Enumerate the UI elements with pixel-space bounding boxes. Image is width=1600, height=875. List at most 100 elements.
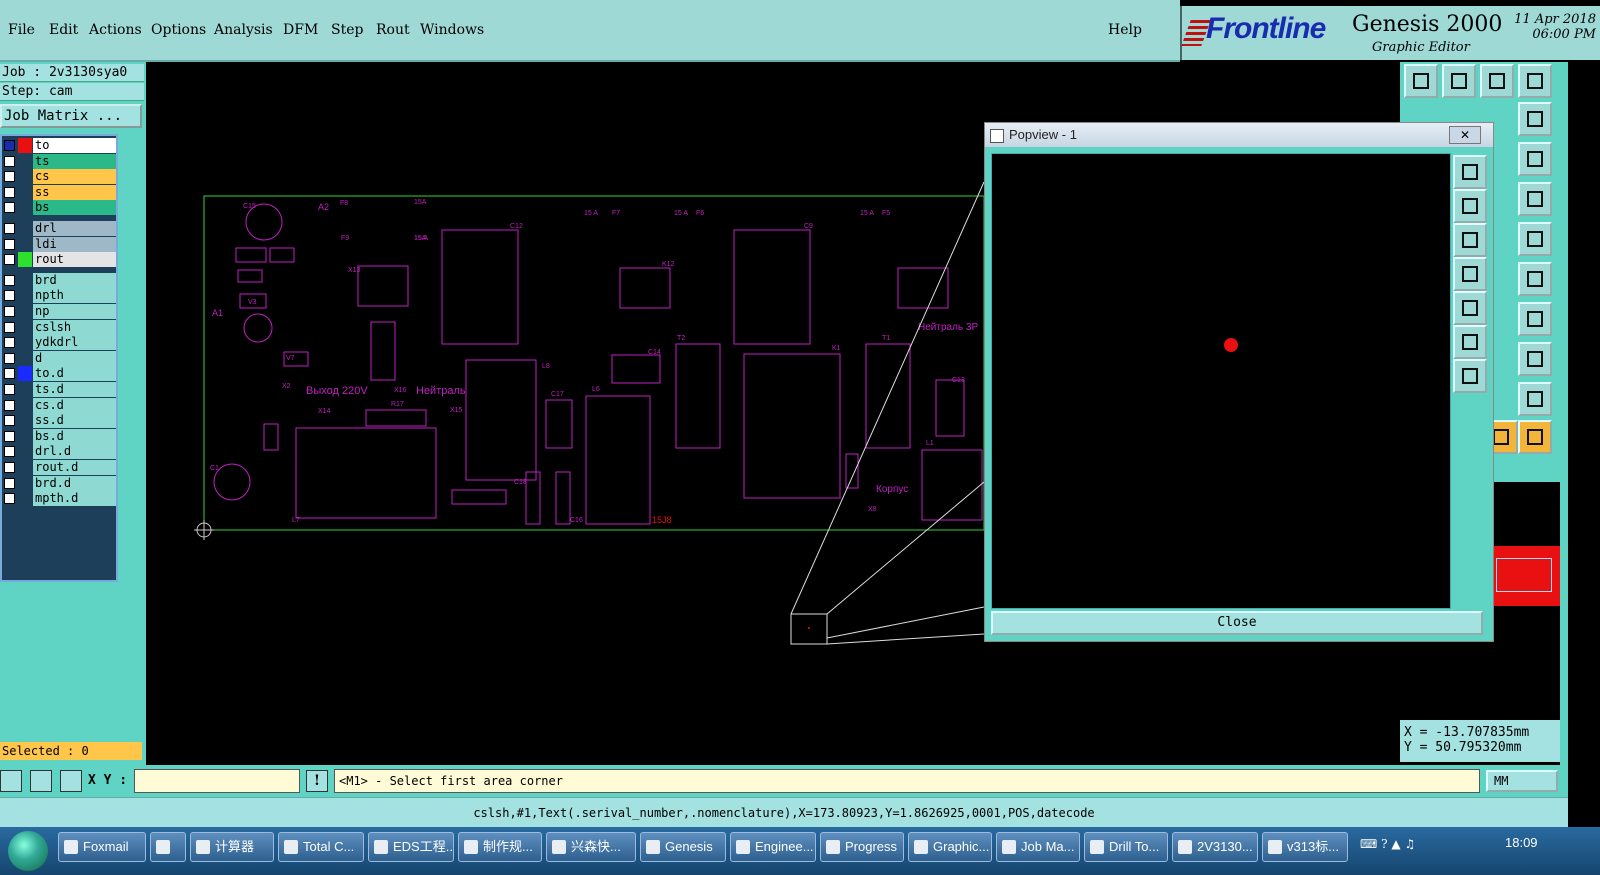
layer-checkbox[interactable] xyxy=(4,186,15,198)
layer-checkbox[interactable] xyxy=(4,493,15,505)
layer-name[interactable]: ldi xyxy=(33,236,116,252)
layer-name[interactable]: brd.d xyxy=(33,475,116,491)
layer-checkbox[interactable] xyxy=(4,477,15,489)
grid-icon[interactable] xyxy=(60,770,82,792)
menu-help[interactable]: Help xyxy=(1108,22,1142,38)
layer-checkbox[interactable] xyxy=(4,462,15,473)
snap-icon[interactable] xyxy=(0,770,22,792)
center-button[interactable] xyxy=(1453,359,1487,393)
pan-down-button[interactable] xyxy=(1453,223,1487,257)
layer-name[interactable]: d xyxy=(33,350,116,366)
layer-checkbox[interactable] xyxy=(4,446,15,458)
layer-checkbox[interactable] xyxy=(4,171,15,183)
layer-row-drl[interactable]: drl xyxy=(2,221,116,236)
taskbar-task[interactable]: Total C... xyxy=(278,832,364,862)
layer-row-mpth-d[interactable]: mpth.d xyxy=(2,491,116,507)
layer-row-ss-d[interactable]: ss.d xyxy=(2,413,116,429)
layer-checkbox[interactable] xyxy=(4,223,15,234)
layer-row-ss[interactable]: ss xyxy=(2,184,116,200)
tool-button[interactable] xyxy=(1518,302,1552,336)
taskbar-task[interactable]: Drill To... xyxy=(1084,832,1168,862)
taskbar-task[interactable]: Enginee... xyxy=(730,832,816,862)
layer-row-to-d[interactable]: to.d xyxy=(2,366,116,382)
system-tray[interactable]: ⌨ ? ▲ ♫ xyxy=(1360,837,1500,857)
menu-dfm[interactable]: DFM xyxy=(283,22,318,38)
tool-button[interactable] xyxy=(1518,342,1552,376)
layer-checkbox[interactable] xyxy=(4,306,15,317)
tool-button[interactable] xyxy=(1518,182,1552,216)
measure-icon[interactable] xyxy=(30,770,52,792)
taskbar-clock[interactable]: 18:09 xyxy=(1505,835,1538,850)
layer-name[interactable]: bs xyxy=(33,200,116,216)
layer-name[interactable]: cs.d xyxy=(33,397,116,413)
help-button[interactable] xyxy=(1518,142,1552,176)
layer-name[interactable]: ts xyxy=(33,153,116,169)
popview-title[interactable]: Popview - 1 xyxy=(985,123,1493,147)
layer-row-np[interactable]: np xyxy=(2,304,116,319)
menu-file[interactable]: File xyxy=(8,22,35,38)
layer-checkbox[interactable] xyxy=(4,430,15,442)
layer-name[interactable]: drl xyxy=(33,221,116,236)
layer-name[interactable]: ydkdrl xyxy=(33,335,116,351)
layer-row-drl-d[interactable]: drl.d xyxy=(2,444,116,460)
zoom-out-button[interactable] xyxy=(1453,189,1487,223)
tool-button[interactable] xyxy=(1518,102,1552,136)
layer-checkbox[interactable] xyxy=(4,238,15,250)
tool-button[interactable] xyxy=(1404,64,1438,98)
pan-left-button[interactable] xyxy=(1453,257,1487,291)
layer-row-npth[interactable]: npth xyxy=(2,288,116,304)
menu-edit[interactable]: Edit xyxy=(49,22,78,38)
layer-row-cslsh[interactable]: cslsh xyxy=(2,319,116,335)
home-button[interactable] xyxy=(1480,64,1514,98)
right-scroll-strip[interactable] xyxy=(1560,62,1568,765)
volume-icon[interactable]: ♫ xyxy=(1404,837,1415,851)
tool-button[interactable] xyxy=(1518,262,1552,296)
zoom-in-button[interactable] xyxy=(1453,155,1487,189)
taskbar-task[interactable]: 兴森快... xyxy=(546,832,636,862)
menu-step[interactable]: Step xyxy=(331,22,363,38)
taskbar-task[interactable]: Job Ma... xyxy=(996,832,1080,862)
select-tool-button[interactable] xyxy=(1518,420,1552,454)
layer-checkbox[interactable] xyxy=(4,140,15,151)
tool-button[interactable] xyxy=(1518,64,1552,98)
units-selector[interactable]: MM xyxy=(1486,770,1558,792)
layer-row-cs-d[interactable]: cs.d xyxy=(2,397,116,413)
job-matrix-button[interactable]: Job Matrix ... xyxy=(0,104,142,128)
fit-button[interactable] xyxy=(1453,325,1487,359)
layer-name[interactable]: ss.d xyxy=(33,413,116,429)
keyboard-icon[interactable]: ⌨ xyxy=(1360,837,1377,851)
taskbar-task[interactable]: Progress xyxy=(820,832,904,862)
taskbar-task[interactable]: EDS工程... xyxy=(368,832,454,862)
layer-name[interactable]: drl.d xyxy=(33,444,116,460)
layer-name[interactable]: cs xyxy=(33,169,116,185)
menu-rout[interactable]: Rout xyxy=(376,22,410,38)
layer-row-bs-d[interactable]: bs.d xyxy=(2,428,116,444)
layer-checkbox[interactable] xyxy=(4,368,15,380)
taskbar-task[interactable] xyxy=(150,832,186,862)
layer-name[interactable]: rout xyxy=(33,252,116,268)
layer-name[interactable]: brd xyxy=(33,272,116,288)
layer-row-ldi[interactable]: ldi xyxy=(2,236,116,252)
tool-button[interactable] xyxy=(1442,64,1476,98)
layer-name[interactable]: npth xyxy=(33,288,116,304)
layer-row-d[interactable]: d xyxy=(2,350,116,366)
tool-button[interactable] xyxy=(1518,222,1552,256)
layer-row-cs[interactable]: cs xyxy=(2,169,116,185)
taskbar-task[interactable]: Genesis xyxy=(640,832,726,862)
layer-checkbox[interactable] xyxy=(4,274,15,286)
menu-windows[interactable]: Windows xyxy=(420,22,484,38)
layer-row-brd[interactable]: brd xyxy=(2,272,116,288)
taskbar-task[interactable]: 计算器 xyxy=(190,832,274,862)
layer-row-rout[interactable]: rout xyxy=(2,252,116,268)
menu-analysis[interactable]: Analysis xyxy=(214,22,273,38)
menu-actions[interactable]: Actions xyxy=(89,22,142,38)
layer-checkbox[interactable] xyxy=(4,290,15,302)
layer-row-bs[interactable]: bs xyxy=(2,200,116,216)
layer-row-rout-d[interactable]: rout.d xyxy=(2,460,116,475)
layer-name[interactable]: np xyxy=(33,304,116,319)
taskbar-task[interactable]: Foxmail xyxy=(58,832,146,862)
help-icon[interactable]: ? xyxy=(1381,837,1387,851)
layer-checkbox[interactable] xyxy=(4,321,15,333)
layer-name[interactable]: bs.d xyxy=(33,428,116,444)
layer-checkbox[interactable] xyxy=(4,415,15,427)
